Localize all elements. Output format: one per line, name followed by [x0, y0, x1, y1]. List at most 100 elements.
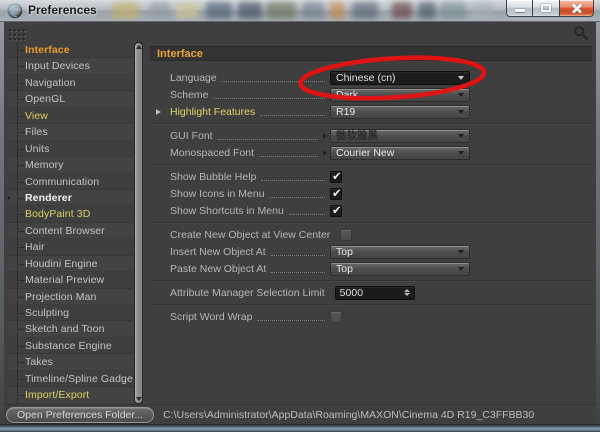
sidebar-item-opengl[interactable]: OpenGL	[8, 91, 133, 107]
create-new-object-at-view-center-checkbox[interactable]	[340, 229, 352, 241]
minimize-icon	[515, 9, 525, 12]
expand-arrow-icon[interactable]	[156, 109, 161, 115]
sidebar-item-label: Sketch and Toon	[25, 323, 105, 335]
sidebar-item-view[interactable]: View	[8, 108, 133, 124]
open-preferences-folder-button[interactable]: Open Preferences Folder...	[6, 407, 154, 423]
scroll-up-icon[interactable]	[136, 45, 142, 49]
sidebar-item-takes[interactable]: Takes	[8, 354, 133, 370]
dropdown-value: Courier New	[336, 147, 458, 159]
sidebar-item-sketch-and-toon[interactable]: Sketch and Toon	[8, 321, 133, 337]
sidebar-item-label: Units	[25, 143, 49, 155]
maximize-button[interactable]	[533, 0, 560, 17]
sidebar-item-import-export[interactable]: Import/Export	[8, 387, 133, 403]
paste-new-object-at-dropdown[interactable]: Top	[330, 262, 470, 276]
dotted-leader	[257, 312, 325, 321]
titlebar-blur-blob	[472, 2, 494, 19]
setting-row-attribute-manager-selection-limit: Attribute Manager Selection Limit5000	[150, 284, 592, 301]
section-header: Interface	[150, 46, 592, 61]
titlebar-blur-blob	[206, 2, 232, 19]
sidebar-item-content-browser[interactable]: Content Browser	[8, 223, 133, 239]
sidebar-item-timeline-spline-gadget[interactable]: Timeline/Spline Gadget	[8, 371, 133, 387]
sidebar-item-label: Interface	[25, 44, 70, 56]
sidebar-item-communication[interactable]: Communication	[8, 174, 133, 190]
cinema4d-app-icon	[8, 4, 22, 18]
status-bar: Open Preferences Folder... C:\Users\Admi…	[4, 404, 596, 424]
dropdown-value: Dark	[336, 89, 458, 101]
sidebar: Interface Input DevicesNavigation OpenGL Vi…	[8, 42, 133, 404]
sidebar-item-label: Content Browser	[25, 225, 105, 237]
language-dropdown[interactable]: Chinese (cn)	[330, 71, 470, 85]
sidebar-item-files[interactable]: Files	[8, 124, 133, 140]
scrollbar-thumb[interactable]	[135, 43, 142, 403]
dropdown-value: 微软雅黑	[336, 128, 458, 143]
sidebar-item-label: Files	[25, 126, 48, 138]
sidebar-item-material-preview[interactable]: Material Preview	[8, 272, 133, 288]
show-bubble-help-checkbox[interactable]	[330, 171, 342, 183]
control-slot: Dark	[330, 88, 470, 102]
stepper-icon[interactable]	[404, 289, 410, 297]
maximize-icon	[541, 4, 551, 12]
setting-label: Show Icons in Menu	[170, 188, 265, 200]
sidebar-item-navigation[interactable]: Navigation	[8, 75, 133, 91]
sidebar-item-label: Communication	[25, 176, 99, 188]
sidebar-item-sculpting[interactable]: Sculpting	[8, 305, 133, 321]
setting-row-monospaced-font: Monospaced FontCourier New	[150, 144, 592, 161]
chevron-down-icon	[458, 267, 464, 271]
control-slot: R19	[330, 105, 470, 119]
sidebar-item-label: Substance Engine	[25, 340, 112, 352]
sidebar-scrollbar[interactable]	[134, 42, 143, 404]
sidebar-item-interface[interactable]: Interface	[8, 42, 133, 58]
highlight-features-dropdown[interactable]: R19	[330, 105, 470, 119]
setting-row-show-bubble-help: Show Bubble Help	[150, 168, 592, 185]
monospaced-font-dropdown[interactable]: Courier New	[330, 146, 470, 160]
control-slot	[330, 205, 470, 217]
setting-label: Script Word Wrap	[170, 311, 252, 323]
attribute-manager-selection-limit-spinner[interactable]: 5000	[335, 286, 415, 300]
control-slot	[330, 311, 470, 323]
gui-font-dropdown[interactable]: 微软雅黑	[330, 129, 470, 143]
group-separator	[150, 222, 592, 223]
control-slot	[330, 188, 470, 200]
expand-arrow-icon[interactable]	[323, 150, 327, 156]
sidebar-item-memory[interactable]: Memory	[8, 157, 133, 173]
dotted-leader	[260, 107, 325, 116]
chevron-down-icon	[458, 134, 464, 138]
sidebar-item-renderer[interactable]: Renderer	[8, 190, 133, 206]
scheme-dropdown[interactable]: Dark	[330, 88, 470, 102]
expand-arrow-icon[interactable]	[8, 195, 11, 201]
sidebar-item-label: Sculpting	[25, 307, 69, 319]
minimize-button[interactable]	[506, 0, 533, 17]
expand-arrow-icon[interactable]	[323, 133, 327, 139]
dotted-leader	[289, 206, 325, 215]
sidebar-item-bodypaint-3d[interactable]: BodyPaint 3D	[8, 206, 133, 222]
setting-row-show-shortcuts-in-menu: Show Shortcuts in Menu	[150, 202, 592, 219]
show-icons-in-menu-checkbox[interactable]	[330, 188, 342, 200]
sidebar-item-hair[interactable]: Hair	[8, 239, 133, 255]
close-icon	[571, 3, 583, 14]
sidebar-item-projection-man[interactable]: Projection Man	[8, 289, 133, 305]
sidebar-item-units[interactable]: Units	[8, 141, 133, 157]
settings-rows: LanguageChinese (cn)SchemeDarkHighlight …	[150, 61, 592, 325]
script-word-wrap-checkbox[interactable]	[330, 311, 342, 323]
group-separator	[150, 304, 592, 305]
titlebar-blur-blob	[302, 2, 324, 19]
setting-label: Show Shortcuts in Menu	[170, 205, 284, 217]
preferences-path: C:\Users\Administrator\AppData\Roaming\M…	[163, 409, 534, 421]
sidebar-item-houdini-engine[interactable]: Houdini Engine	[8, 256, 133, 272]
window-title: Preferences	[28, 3, 97, 17]
sidebar-item-input-devices[interactable]: Input Devices	[8, 58, 133, 74]
insert-new-object-at-dropdown[interactable]: Top	[330, 245, 470, 259]
show-shortcuts-in-menu-checkbox[interactable]	[330, 205, 342, 217]
close-button[interactable]	[560, 0, 594, 17]
window-frame-bottom	[0, 424, 600, 432]
drag-grip-icon[interactable]	[8, 28, 26, 41]
sidebar-item-substance-engine[interactable]: Substance Engine	[8, 338, 133, 354]
scroll-down-icon[interactable]	[136, 397, 142, 401]
setting-row-highlight-features: Highlight FeaturesR19	[150, 103, 592, 120]
sidebar-item-label: OpenGL	[25, 93, 65, 105]
control-slot: 5000	[335, 286, 475, 300]
setting-row-scheme: SchemeDark	[150, 86, 592, 103]
search-icon[interactable]	[573, 25, 589, 41]
setting-row-show-icons-in-menu: Show Icons in Menu	[150, 185, 592, 202]
sidebar-item-label: Import/Export	[25, 389, 89, 401]
